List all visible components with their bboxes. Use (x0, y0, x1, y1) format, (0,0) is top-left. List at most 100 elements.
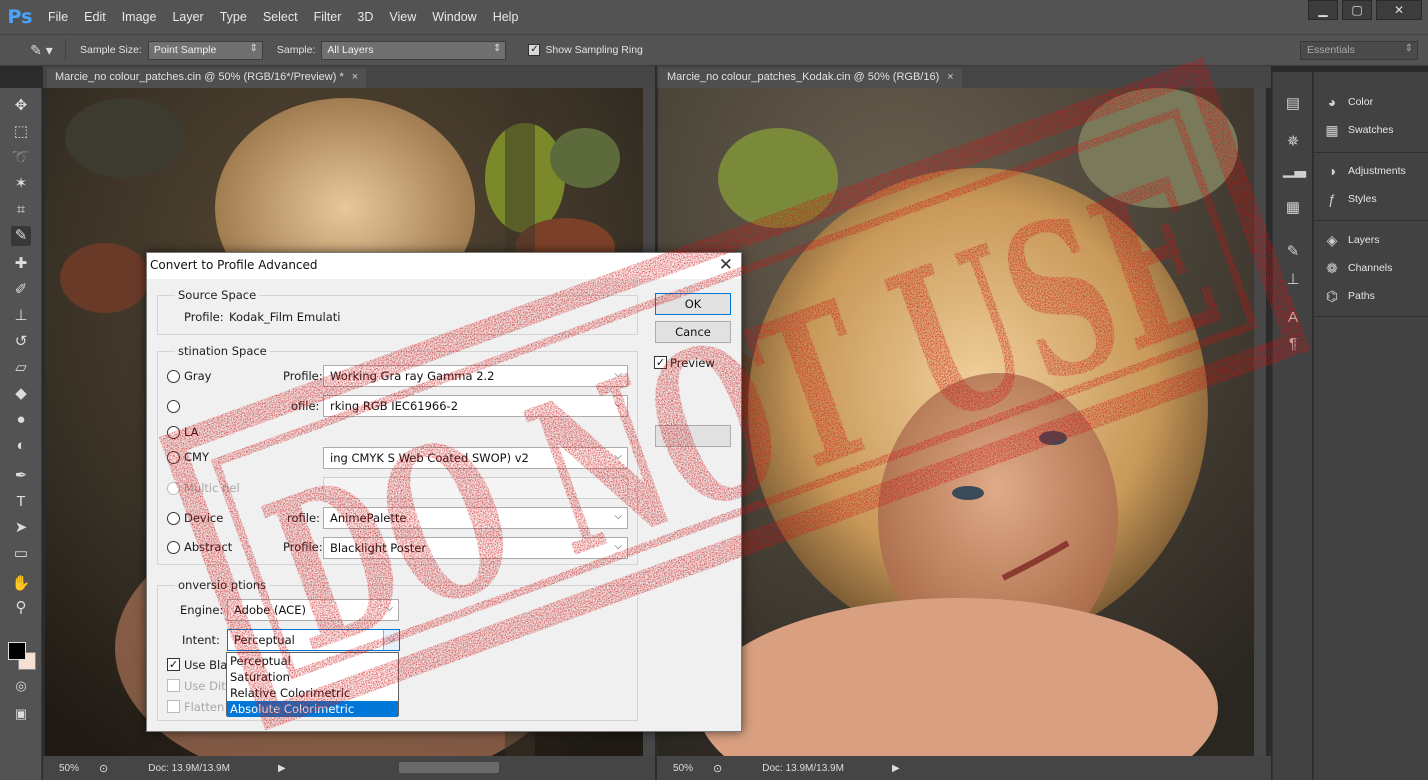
navigator-icon[interactable]: ✵ (1283, 132, 1303, 152)
menu-view[interactable]: View (381, 0, 424, 34)
histogram-icon[interactable]: ▁▃ (1283, 160, 1306, 180)
foreground-color-swatch[interactable] (8, 642, 26, 660)
horizontal-scrollbar-thumb[interactable] (399, 762, 499, 773)
panels-column: ◕ Color ▦ Swatches ◑ Adjustments ƒ Styles ◈ L… (1313, 72, 1428, 780)
close-icon[interactable]: × (947, 71, 953, 83)
panel-channels[interactable]: ❁ Channels (1322, 258, 1392, 278)
info-icon[interactable]: ▦ (1283, 198, 1303, 218)
close-icon[interactable]: ✕ (1376, 0, 1422, 20)
history-icon[interactable]: ▤ (1283, 94, 1303, 114)
menu-edit[interactable]: Edit (76, 0, 114, 34)
cancel-button[interactable]: Cance (655, 321, 731, 343)
path-selection-icon[interactable]: ➤ (11, 518, 31, 538)
clone-source-icon[interactable]: ⊥ (1283, 270, 1303, 290)
use-dither-checkbox[interactable] (167, 679, 180, 692)
history-brush-icon[interactable]: ↺ (11, 332, 31, 352)
marquee-icon[interactable]: ⬚ (11, 122, 31, 142)
brush-icon[interactable]: ✐ (11, 280, 31, 300)
paragraph-icon[interactable]: ¶ (1283, 334, 1303, 354)
panel-adjustments[interactable]: ◑ Adjustments (1322, 161, 1406, 181)
zoom-icon[interactable]: ⚲ (11, 598, 31, 618)
use-black-point-checkbox[interactable]: ✓ (167, 658, 180, 671)
ok-button[interactable]: OK (655, 293, 731, 315)
menu-file[interactable]: File (40, 0, 76, 34)
menu-3d[interactable]: 3D (349, 0, 381, 34)
zoom-level[interactable]: 50% (59, 763, 79, 774)
sample-select[interactable]: All Layers (321, 40, 507, 60)
rgb-profile-select[interactable]: rking RGB IEC61966-2 ⌵ (323, 395, 628, 417)
tab-document-1[interactable]: Marcie_no colour_patches.cin @ 50% (RGB/… (47, 68, 367, 88)
magic-wand-icon[interactable]: ✶ (11, 174, 31, 194)
menu-type[interactable]: Type (212, 0, 255, 34)
arrow-right-icon[interactable]: ▶ (892, 763, 900, 774)
arrow-right-icon[interactable]: ▶ (278, 763, 286, 774)
flatten-checkbox[interactable] (167, 700, 180, 713)
menu-filter[interactable]: Filter (306, 0, 350, 34)
intent-option-relative[interactable]: Relative Colorimetric (227, 685, 398, 701)
multichannel-radio[interactable] (167, 482, 180, 495)
workspace-select[interactable]: Essentials ⇕ (1300, 41, 1418, 60)
brush-presets-icon[interactable]: ✎ (1283, 242, 1303, 262)
hand-icon[interactable]: ✋ (11, 574, 31, 594)
rgb-radio[interactable] (167, 400, 180, 413)
move-icon[interactable]: ✥ (11, 96, 31, 116)
dodge-icon[interactable]: ◐ (11, 436, 31, 456)
rectangle-icon[interactable]: ▭ (11, 544, 31, 564)
cmyk-radio[interactable] (167, 451, 180, 464)
abstract-profile-select[interactable]: Blacklight Poster ⌵ (323, 537, 628, 559)
device-link-profile-select[interactable]: AnimePalette ⌵ (323, 507, 628, 529)
lasso-icon[interactable]: ➰ (11, 148, 31, 168)
panel-paths[interactable]: ⌬ Paths (1322, 286, 1375, 306)
intent-option-saturation[interactable]: Saturation (227, 669, 398, 685)
intent-select[interactable]: Perceptual ⌵ (227, 629, 400, 651)
abstract-radio[interactable] (167, 541, 180, 554)
intent-option-perceptual[interactable]: Perceptual (227, 653, 398, 669)
crop-icon[interactable]: ⌗ (11, 200, 31, 220)
minimize-icon[interactable]: ▁ (1308, 0, 1338, 20)
gray-radio[interactable] (167, 370, 180, 383)
panel-layers[interactable]: ◈ Layers (1322, 230, 1380, 250)
scrollbar-right[interactable] (1254, 88, 1266, 756)
preview-checkbox[interactable]: ✓ (654, 356, 667, 369)
pen-icon[interactable]: ✒ (11, 466, 31, 486)
character-icon[interactable]: A (1283, 308, 1303, 328)
type-icon[interactable]: T (11, 492, 31, 512)
show-sampling-ring-checkbox[interactable]: ✓ (528, 44, 541, 56)
blur-icon[interactable]: ● (11, 410, 31, 430)
engine-select[interactable]: Adobe (ACE) ⌵ (227, 599, 399, 621)
cmyk-profile-select[interactable]: ing CMYK S Web Coated SWOP) v2 ⌵ (323, 447, 628, 469)
quick-mask-icon[interactable]: ◎ (11, 676, 31, 696)
menu-image[interactable]: Image (114, 0, 165, 34)
device-link-radio[interactable] (167, 512, 180, 525)
gray-profile-select[interactable]: Working Gra ray Gamma 2.2 ⌵ (323, 365, 628, 387)
menu-window[interactable]: Window (424, 0, 484, 34)
intent-option-absolute[interactable]: Absolute Colorimetric (227, 701, 398, 717)
paint-bucket-icon[interactable]: ◆ (11, 384, 31, 404)
tab-document-2[interactable]: Marcie_no colour_patches_Kodak.cin @ 50%… (659, 68, 962, 88)
menu-layer[interactable]: Layer (164, 0, 211, 34)
close-icon[interactable]: ✕ (719, 255, 733, 275)
sample-label: Sample: (276, 44, 316, 56)
zoom-level[interactable]: 50% (673, 763, 693, 774)
clone-stamp-icon[interactable]: ⊥ (11, 306, 31, 326)
panel-color[interactable]: ◕ Color (1322, 92, 1373, 112)
panel-swatches[interactable]: ▦ Swatches (1322, 120, 1393, 140)
eraser-icon[interactable]: ▱ (11, 358, 31, 378)
maximize-icon[interactable]: ▢ (1342, 0, 1372, 20)
sample-size-select[interactable]: Point Sample (147, 40, 263, 60)
multichannel-profile-select[interactable]: ⌵ (323, 477, 628, 499)
panel-styles[interactable]: ƒ Styles (1322, 189, 1377, 209)
chevron-down-icon: ⌵ (614, 451, 622, 462)
basic-button[interactable] (655, 425, 731, 447)
channels-icon: ❁ (1326, 259, 1338, 276)
menu-help[interactable]: Help (485, 0, 527, 34)
close-icon[interactable]: × (352, 71, 358, 83)
eyedropper-icon[interactable]: ✎ ▾ (18, 39, 66, 61)
eyedropper-icon[interactable]: ✎ (11, 226, 31, 246)
menu-select[interactable]: Select (255, 0, 306, 34)
engine-value: Adobe (ACE) (234, 603, 306, 617)
healing-brush-icon[interactable]: ✚ (11, 254, 31, 274)
screen-mode-icon[interactable]: ▣ (11, 704, 31, 724)
document-canvas-2[interactable] (658, 88, 1254, 756)
lab-radio[interactable] (167, 426, 180, 439)
